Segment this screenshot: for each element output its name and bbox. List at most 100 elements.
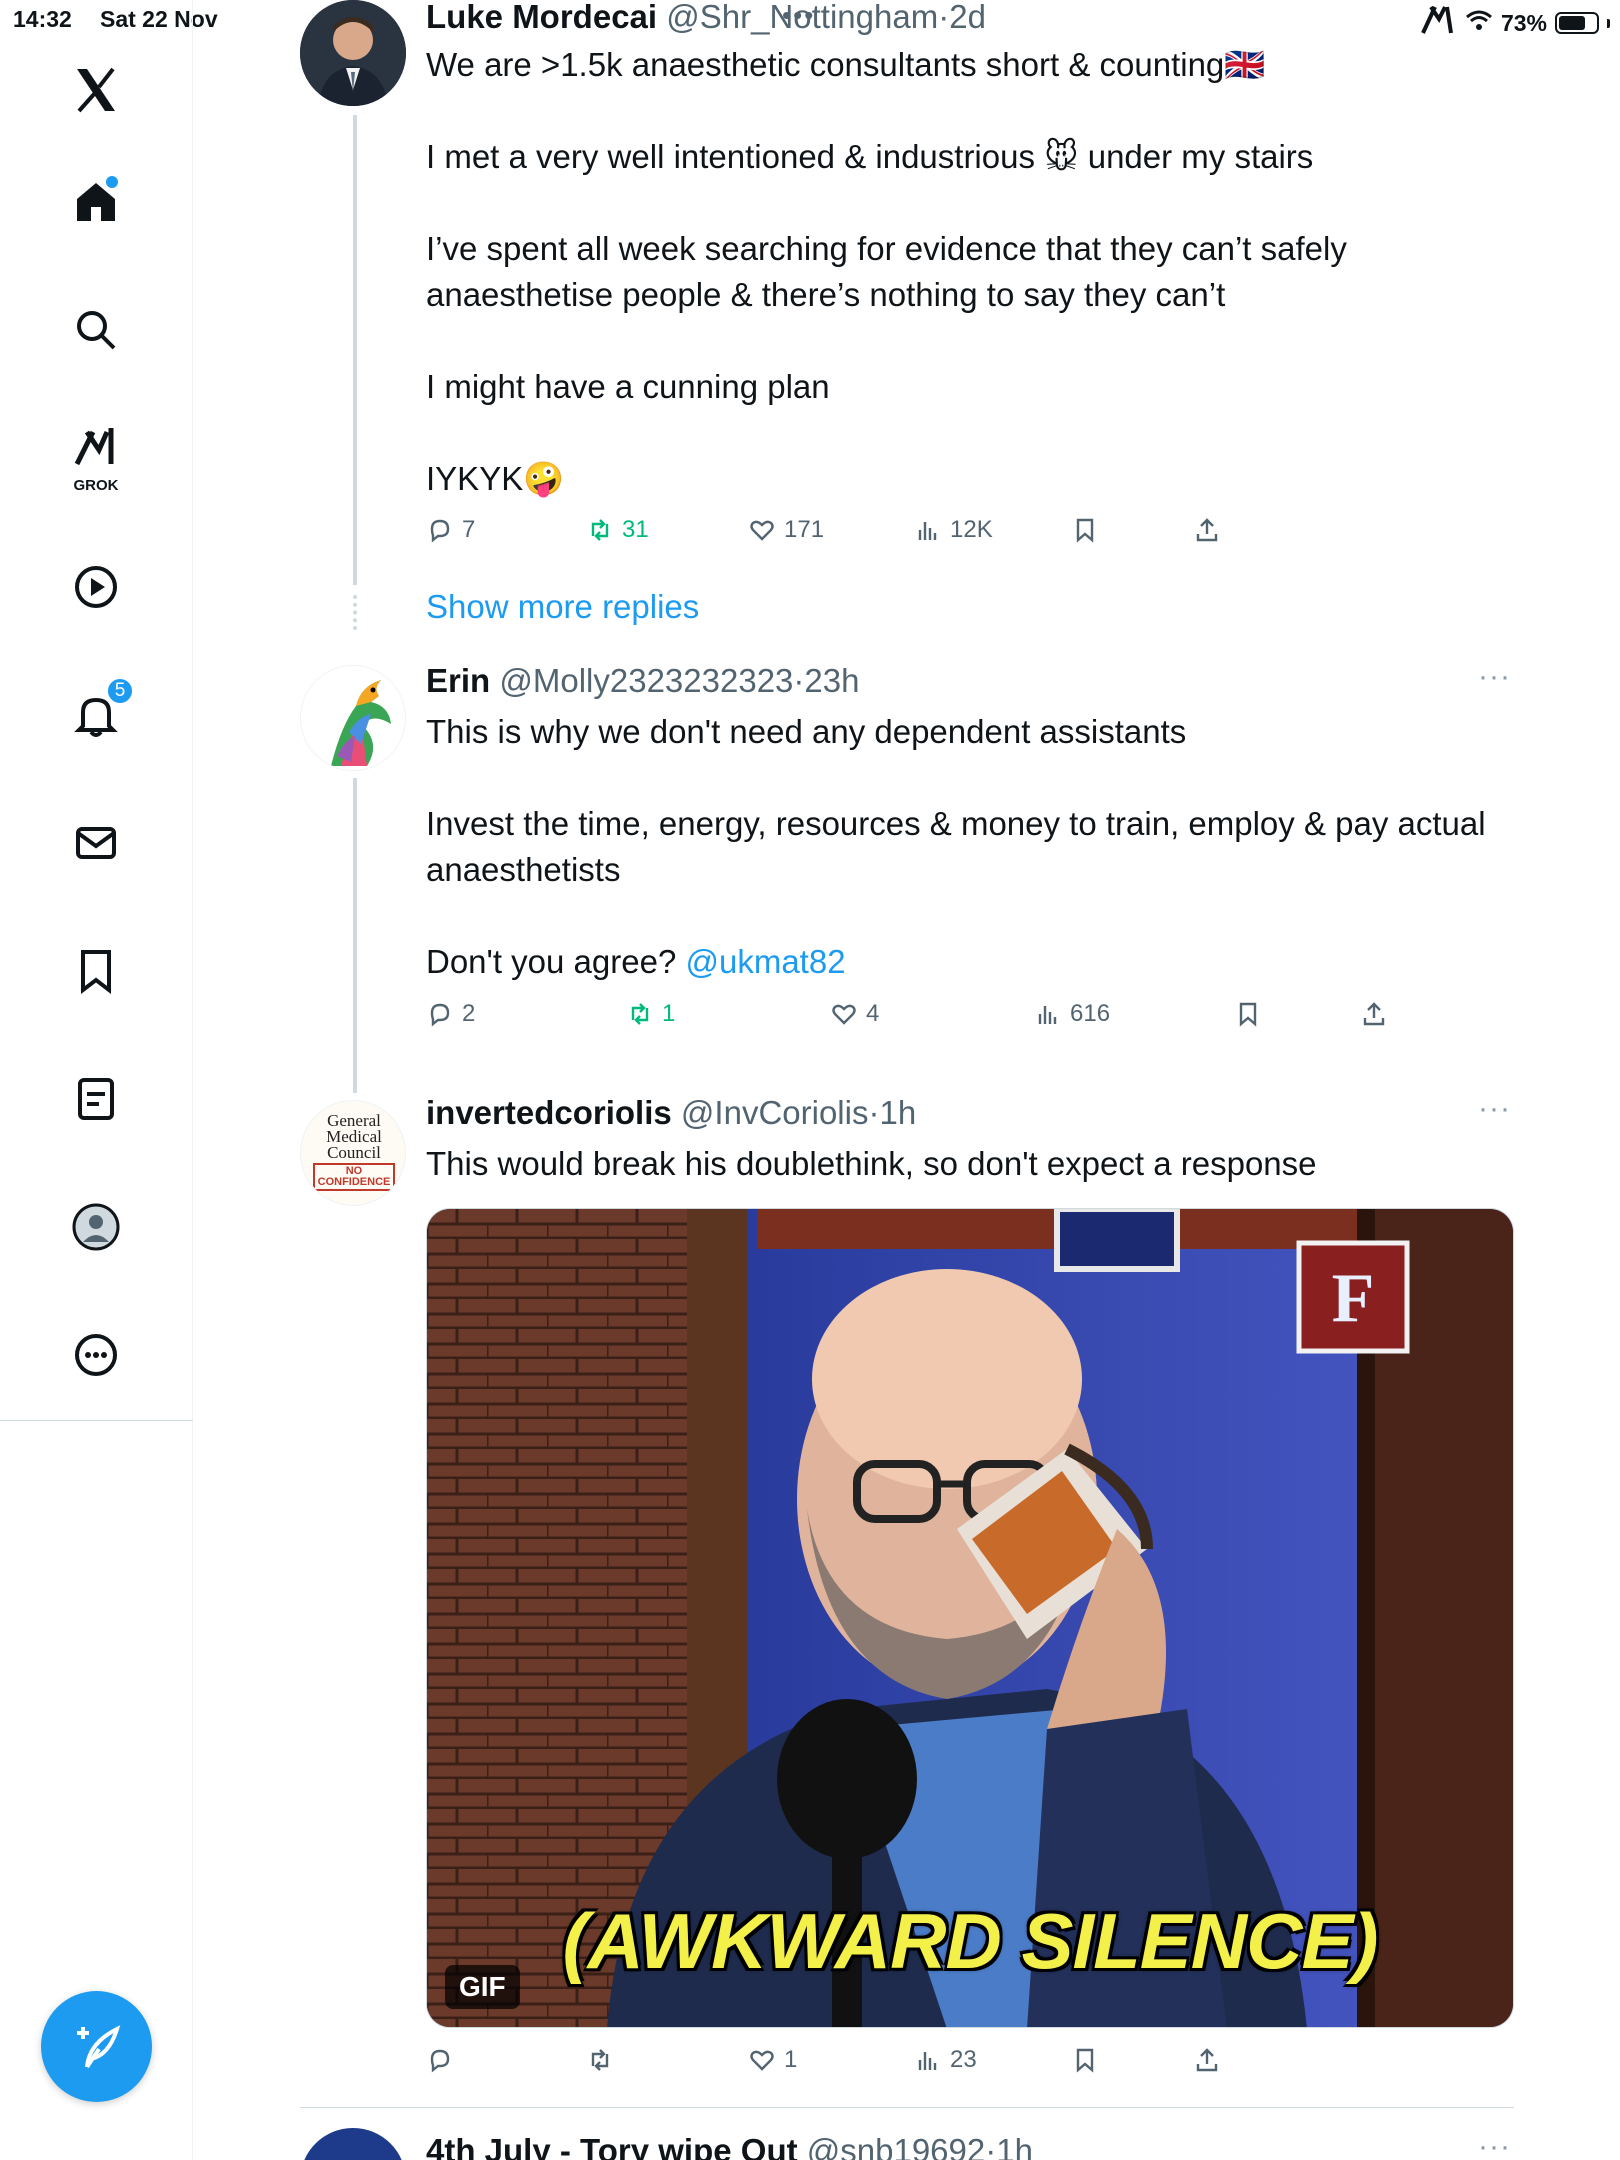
avatar[interactable]: General Medical Council NO CONFIDENCE: [300, 1100, 406, 1206]
video-icon[interactable]: [56, 547, 136, 627]
gif-caption: (AWKWARD SILENCE): [562, 1897, 1379, 1985]
tweet-paragraph: Don't you agree? @ukmat82: [426, 939, 1506, 985]
share-button[interactable]: [1193, 2046, 1221, 2074]
tweet-header: invertedcoriolis @InvCoriolis·1h: [426, 1094, 916, 1132]
notifications-badge: 5: [106, 677, 134, 705]
view-count: 23: [950, 2046, 977, 2073]
tweet-paragraph: I met a very well intentioned & industri…: [426, 138, 1314, 175]
thread-line: [353, 778, 357, 1093]
repost-count: 1: [662, 1000, 676, 1027]
status-indicators: 73%: [1421, 5, 1610, 41]
no-confidence-stamp: NO CONFIDENCE: [312, 1163, 396, 1191]
profile-icon[interactable]: [56, 1187, 136, 1267]
like-button[interactable]: 4: [830, 1000, 879, 1028]
tweet-paragraph: We are >1.5k anaesthetic consultants sho…: [426, 46, 1266, 83]
tweet-paragraph: This would break his doublethink, so don…: [426, 1145, 1317, 1182]
compose-button[interactable]: [41, 1991, 152, 2102]
grok-nav[interactable]: GROK: [56, 418, 136, 498]
like-count: 4: [866, 1000, 880, 1027]
view-count: 616: [1070, 1000, 1111, 1027]
author-handle[interactable]: @Molly2323232323: [499, 662, 793, 699]
reply-button[interactable]: [426, 2046, 462, 2074]
search-icon[interactable]: [56, 290, 136, 370]
bookmark-button[interactable]: [1234, 1000, 1262, 1028]
bookmark-button[interactable]: [1071, 516, 1099, 544]
view-count: 12K: [950, 516, 993, 543]
views-icon: [918, 522, 937, 540]
separator: ·: [938, 0, 950, 35]
separator: ·: [868, 1094, 880, 1131]
timestamp[interactable]: 2d: [949, 0, 986, 35]
mention-link[interactable]: @ukmat82: [685, 943, 845, 980]
views-button[interactable]: 616: [1034, 1000, 1110, 1028]
home-icon[interactable]: [56, 162, 136, 242]
sidebar-divider: [0, 1420, 193, 1421]
author-name[interactable]: invertedcoriolis: [426, 1094, 672, 1131]
views-button[interactable]: 12K: [914, 516, 993, 544]
repost-icon: [591, 519, 609, 541]
more-options-icon[interactable]: ···: [1478, 1092, 1511, 1126]
battery-percent: 73%: [1500, 9, 1547, 36]
author-handle[interactable]: @Shr_Nottingham: [666, 0, 938, 35]
lists-icon[interactable]: [56, 1059, 136, 1139]
tweet-header: 4th July - Tory wipe Out @snb19692·1h: [426, 2132, 1033, 2160]
timestamp[interactable]: 23h: [804, 662, 859, 699]
heart-icon: [832, 1004, 856, 1025]
share-icon: [1196, 2048, 1218, 2072]
grok-icon: [74, 428, 114, 466]
show-more-replies-link[interactable]: Show more replies: [426, 588, 699, 626]
thread-line: [353, 115, 357, 585]
reply-button[interactable]: 7: [426, 516, 475, 544]
reply-icon: [430, 519, 450, 543]
author-handle[interactable]: @snb19692: [807, 2132, 985, 2160]
repost-count: 31: [622, 516, 649, 543]
repost-button[interactable]: [586, 2046, 622, 2074]
battery-icon: [1555, 12, 1599, 34]
timestamp[interactable]: 1h: [996, 2132, 1033, 2160]
bookmark-icon: [1076, 518, 1094, 543]
avatar[interactable]: [300, 2128, 406, 2160]
tweet-header: Luke Mordecai @Shr_Nottingham·2d: [426, 0, 986, 36]
notifications-icon[interactable]: 5: [56, 675, 136, 755]
like-button[interactable]: 171: [748, 516, 824, 544]
reply-button[interactable]: 2: [426, 1000, 475, 1028]
bookmark-icon: [1239, 1002, 1257, 1027]
tweet-body: This would break his doublethink, so don…: [426, 1141, 1506, 1187]
heart-icon: [750, 2050, 774, 2071]
share-button[interactable]: [1360, 1000, 1388, 1028]
tweet-paragraph: I might have a cunning plan: [426, 368, 830, 405]
tweet-paragraph: I’ve spent all week searching for eviden…: [426, 230, 1347, 313]
reply-icon: [430, 2049, 450, 2073]
author-handle[interactable]: @InvCoriolis: [681, 1094, 869, 1131]
battery-fill: [1559, 16, 1586, 30]
share-icon: [1363, 1002, 1385, 1026]
repost-button[interactable]: 1: [626, 1000, 675, 1028]
reply-icon: [430, 1003, 450, 1027]
repost-button[interactable]: 31: [586, 516, 649, 544]
share-button[interactable]: [1193, 516, 1221, 544]
more-options-icon[interactable]: ···: [1478, 660, 1511, 694]
like-button[interactable]: 1: [748, 2046, 797, 2074]
channel-logo: F: [1332, 1260, 1375, 1337]
author-name[interactable]: Erin: [426, 662, 490, 699]
bookmark-icon: [1076, 2048, 1094, 2073]
avatar[interactable]: [300, 665, 406, 771]
wifi-icon: [1465, 9, 1493, 37]
bookmark-button[interactable]: [1071, 2046, 1099, 2074]
more-icon[interactable]: [56, 1315, 136, 1395]
author-name[interactable]: Luke Mordecai: [426, 0, 657, 35]
thread-line-dotted: [353, 595, 357, 630]
more-options-icon[interactable]: ···: [1478, 2130, 1511, 2160]
x-logo-icon[interactable]: [56, 50, 136, 130]
separator: ·: [793, 662, 805, 699]
views-button[interactable]: 23: [914, 2046, 977, 2074]
timestamp[interactable]: 1h: [879, 1094, 916, 1131]
tweet-actions: 1 23: [426, 2046, 1526, 2086]
messages-icon[interactable]: [56, 803, 136, 883]
bookmarks-icon[interactable]: [56, 931, 136, 1011]
sidebar: GROK 5: [0, 0, 193, 2160]
gif-media[interactable]: F (AWKWARD SILENCE) GIF: [426, 1208, 1514, 2028]
author-name[interactable]: 4th July - Tory wipe Out: [426, 2132, 798, 2160]
avatar[interactable]: [300, 0, 406, 106]
home-notification-dot: [106, 176, 118, 188]
